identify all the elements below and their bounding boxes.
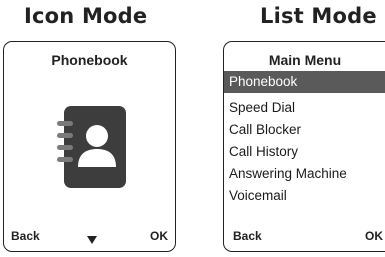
menu-item-voicemail[interactable]: Voicemail — [224, 185, 385, 207]
comparison-figure: Icon Mode List Mode Phonebook Back OK Ma… — [0, 0, 385, 257]
back-softkey[interactable]: Back — [11, 229, 40, 243]
menu-item-phonebook[interactable]: Phonebook — [224, 71, 385, 93]
menu-item-answering-machine[interactable]: Answering Machine — [224, 163, 385, 185]
icon-mode-screen: Phonebook Back OK — [3, 41, 176, 252]
back-softkey[interactable]: Back — [233, 229, 262, 243]
screen-title: Main Menu — [268, 52, 342, 68]
menu-item-speed-dial[interactable]: Speed Dial — [224, 97, 385, 119]
screen-title: Phonebook — [51, 52, 128, 68]
menu-item-call-history[interactable]: Call History — [224, 141, 385, 163]
main-menu-list: Phonebook Speed Dial Call Blocker Call H… — [224, 71, 385, 207]
phonebook-icon[interactable] — [54, 104, 130, 195]
ok-softkey[interactable]: OK — [150, 229, 168, 243]
menu-item-call-blocker[interactable]: Call Blocker — [224, 119, 385, 141]
list-mode-screen: Main Menu Phonebook Speed Dial Call Bloc… — [223, 41, 385, 252]
list-mode-heading: List Mode — [260, 4, 377, 28]
icon-mode-heading: Icon Mode — [24, 4, 148, 28]
down-arrow-icon[interactable] — [87, 236, 97, 244]
ok-softkey[interactable]: OK — [365, 229, 383, 243]
